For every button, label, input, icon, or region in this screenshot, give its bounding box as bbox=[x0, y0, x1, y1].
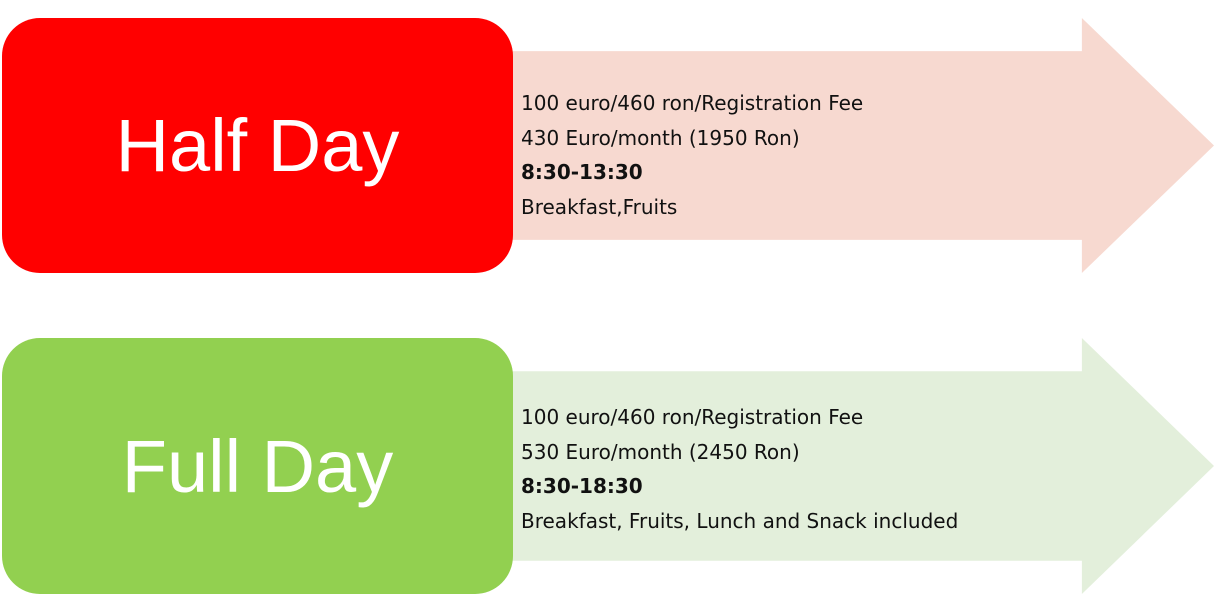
full-day-meals: Breakfast, Fruits, Lunch and Snack inclu… bbox=[521, 508, 959, 533]
full-day-hours: 8:30-18:30 bbox=[521, 474, 643, 498]
half-day-hours: 8:30-13:30 bbox=[521, 160, 643, 184]
half-day-meals: Breakfast,Fruits bbox=[521, 194, 678, 219]
full-day-monthly-price: 530 Euro/month (2450 Ron) bbox=[521, 439, 800, 464]
full-day-plan: Full Day 100 euro/460 ron/Registration F… bbox=[0, 338, 1214, 594]
half-day-plan: Half Day 100 euro/460 ron/Registration F… bbox=[0, 18, 1214, 273]
half-day-registration-fee: 100 euro/460 ron/Registration Fee bbox=[521, 91, 864, 115]
full-day-registration-fee: 100 euro/460 ron/Registration Fee bbox=[521, 405, 864, 429]
half-day-title: Half Day bbox=[115, 104, 400, 187]
full-day-title-box: Full Day bbox=[2, 338, 513, 594]
full-day-title: Full Day bbox=[121, 424, 394, 508]
half-day-monthly-price: 430 Euro/month (1950 Ron) bbox=[521, 125, 800, 150]
half-day-title-box: Half Day bbox=[2, 18, 513, 273]
full-day-details: 100 euro/460 ron/Registration Fee 530 Eu… bbox=[521, 400, 958, 538]
half-day-details: 100 euro/460 ron/Registration Fee 430 Eu… bbox=[521, 86, 863, 224]
